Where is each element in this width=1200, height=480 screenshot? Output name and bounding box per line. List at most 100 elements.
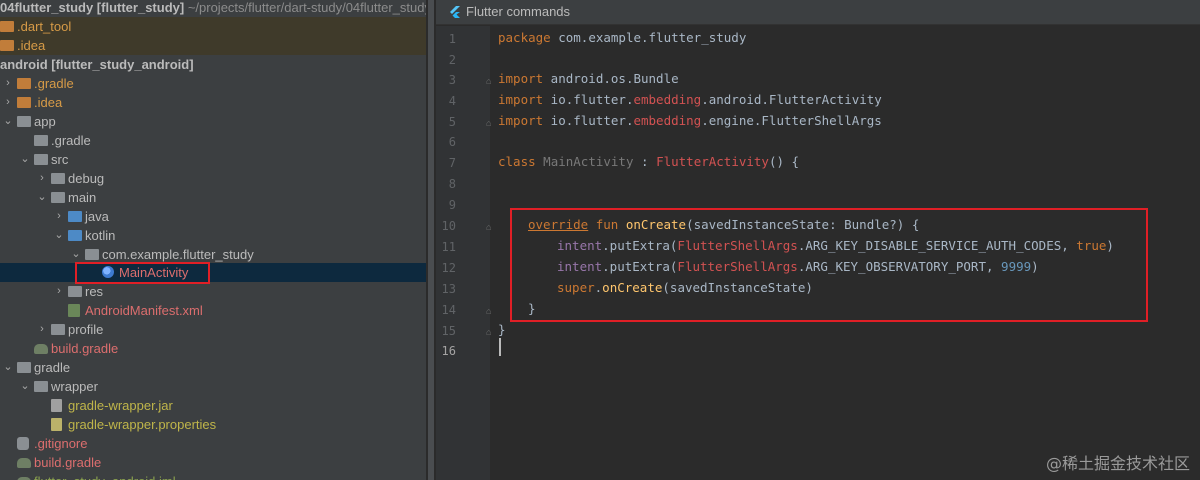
watermark: @稀土掘金技术社区 <box>1045 454 1190 473</box>
excluded-folder-icon <box>17 78 31 89</box>
code-editor[interactable]: Flutter commands 1 2 3 4 5 6 7 8 9 10 11 12 13 14 15 16… <box>436 0 1200 480</box>
code-line-12[interactable]: intent.putExtra(FlutterShellArgs.ARG_KEY… <box>557 259 1039 274</box>
code-line-13[interactable]: super.onCreate(savedInstanceState) <box>557 280 813 295</box>
tree-item[interactable]: ⌄ app <box>0 112 426 131</box>
chevron-right-icon[interactable]: › <box>36 169 48 188</box>
chevron-right-icon[interactable]: › <box>2 93 14 112</box>
tree-item-label: flutter_study_android.iml <box>34 472 176 480</box>
tree-item[interactable]: MainActivity <box>0 263 426 282</box>
tree-item-label: MainActivity <box>119 265 189 280</box>
tree-item-label: .gitignore <box>34 436 88 451</box>
line-number: 4 <box>448 94 456 108</box>
line-number: 11 <box>441 240 456 254</box>
line-number: 13 <box>441 282 456 296</box>
tree-item[interactable]: .idea <box>0 36 426 55</box>
tree-item[interactable]: .gradle <box>0 131 426 150</box>
tree-item[interactable]: .dart_tool <box>0 17 426 36</box>
tree-item-label: build.gradle <box>51 341 119 356</box>
code-line-11[interactable]: intent.putExtra(FlutterShellArgs.ARG_KEY… <box>557 238 1114 253</box>
tree-item-label: wrapper <box>51 379 98 394</box>
folder-icon <box>34 135 48 146</box>
tree-item[interactable]: › profile <box>0 320 426 339</box>
tree-item-label: 04flutter_study [flutter_study] ~/projec… <box>0 0 426 17</box>
line-number: 5 <box>448 115 456 129</box>
tree-item[interactable]: › debug <box>0 169 426 188</box>
tree-item[interactable]: ⌄ src <box>0 150 426 169</box>
tree-item-label: com.example.flutter_study <box>102 247 254 262</box>
tree-item-label: src <box>51 152 69 167</box>
fold-marker-icon[interactable]: ⌂ <box>486 222 495 232</box>
tree-item[interactable]: › res <box>0 282 426 301</box>
code-line-1[interactable]: package com.example.flutter_study <box>498 30 746 45</box>
line-number: 14 <box>441 303 456 317</box>
code-line-5[interactable]: import io.flutter.embedding.engine.Flutt… <box>498 113 882 128</box>
code-line-14[interactable]: } <box>528 301 536 316</box>
tree-item-label: app <box>34 114 56 129</box>
tree-item-label: build.gradle <box>34 455 102 470</box>
tree-item-label: AndroidManifest.xml <box>85 303 203 318</box>
tree-item-label: gradle-wrapper.properties <box>68 417 217 432</box>
chevron-down-icon[interactable]: ⌄ <box>19 377 31 396</box>
tree-item-label: profile <box>68 322 104 337</box>
tree-item[interactable]: ⌄ kotlin <box>0 226 426 245</box>
tree-item[interactable]: AndroidManifest.xml <box>0 301 426 320</box>
chevron-down-icon[interactable]: ⌄ <box>19 150 31 169</box>
tree-item[interactable]: ⌄ com.example.flutter_study <box>0 245 426 264</box>
code-line-4[interactable]: import io.flutter.embedding.android.Flut… <box>498 92 882 107</box>
excluded-folder-icon <box>0 40 14 51</box>
folder-icon <box>85 249 99 260</box>
tree-item[interactable]: gradle-wrapper.properties <box>0 415 426 434</box>
jar-file-icon <box>51 399 62 412</box>
gradle-icon <box>34 344 48 354</box>
code-line-10[interactable]: override fun onCreate(savedInstanceState… <box>528 217 919 232</box>
banner-title[interactable]: Flutter commands <box>466 0 570 24</box>
source-folder-icon <box>68 211 82 222</box>
tree-item[interactable]: gradle-wrapper.jar <box>0 396 426 415</box>
flutter-commands-banner[interactable]: Flutter commands <box>436 0 1200 25</box>
chevron-right-icon[interactable]: › <box>53 207 65 226</box>
chevron-down-icon[interactable]: ⌄ <box>2 358 14 377</box>
flutter-icon <box>450 6 460 18</box>
tree-item[interactable]: build.gradle <box>0 453 426 472</box>
gradle-icon <box>17 458 31 468</box>
tree-item-label: android [flutter_study_android] <box>0 57 194 72</box>
chevron-down-icon[interactable]: ⌄ <box>53 226 65 245</box>
tree-item[interactable]: › .idea <box>0 93 426 112</box>
line-number: 9 <box>448 198 456 212</box>
chevron-right-icon[interactable]: › <box>53 282 65 301</box>
fold-marker-icon[interactable]: ⌂ <box>486 76 495 86</box>
tree-item[interactable]: ⌄ main <box>0 188 426 207</box>
chevron-right-icon[interactable]: › <box>2 74 14 93</box>
tree-item[interactable]: ⌄ gradle <box>0 358 426 377</box>
code-line-15[interactable]: } <box>498 322 506 337</box>
chevron-right-icon[interactable]: › <box>36 320 48 339</box>
tree-item[interactable]: flutter_study_android.iml <box>0 472 426 480</box>
tree-item[interactable]: .gitignore <box>0 434 426 453</box>
tree-item[interactable]: › java <box>0 207 426 226</box>
tree-item-label: res <box>85 284 104 299</box>
tree-item[interactable]: 04flutter_study [flutter_study] ~/projec… <box>0 0 426 17</box>
tree-item-label: .gradle <box>34 76 74 91</box>
line-number: 3 <box>448 73 456 87</box>
fold-marker-icon[interactable]: ⌂ <box>486 327 495 337</box>
line-number: 2 <box>448 53 456 67</box>
fold-marker-icon[interactable]: ⌂ <box>486 306 495 316</box>
code-line-7[interactable]: class MainActivity : FlutterActivity() { <box>498 154 799 169</box>
folder-icon <box>51 173 65 184</box>
line-number: 8 <box>448 177 456 191</box>
folder-icon <box>51 192 65 203</box>
splitter-handle[interactable] <box>428 0 434 480</box>
kotlin-file-icon <box>102 266 114 278</box>
tree-item[interactable]: build.gradle <box>0 339 426 358</box>
tree-item[interactable]: ⌄ wrapper <box>0 377 426 396</box>
text-caret <box>499 338 501 356</box>
tree-item[interactable]: android [flutter_study_android] <box>0 55 426 74</box>
code-line-3[interactable]: import android.os.Bundle <box>498 71 679 86</box>
folder-icon <box>17 116 31 127</box>
chevron-down-icon[interactable]: ⌄ <box>70 245 82 264</box>
fold-marker-icon[interactable]: ⌂ <box>486 118 495 128</box>
chevron-down-icon[interactable]: ⌄ <box>2 112 14 131</box>
line-number: 12 <box>441 261 456 275</box>
chevron-down-icon[interactable]: ⌄ <box>36 188 48 207</box>
tree-item[interactable]: › .gradle <box>0 74 426 93</box>
